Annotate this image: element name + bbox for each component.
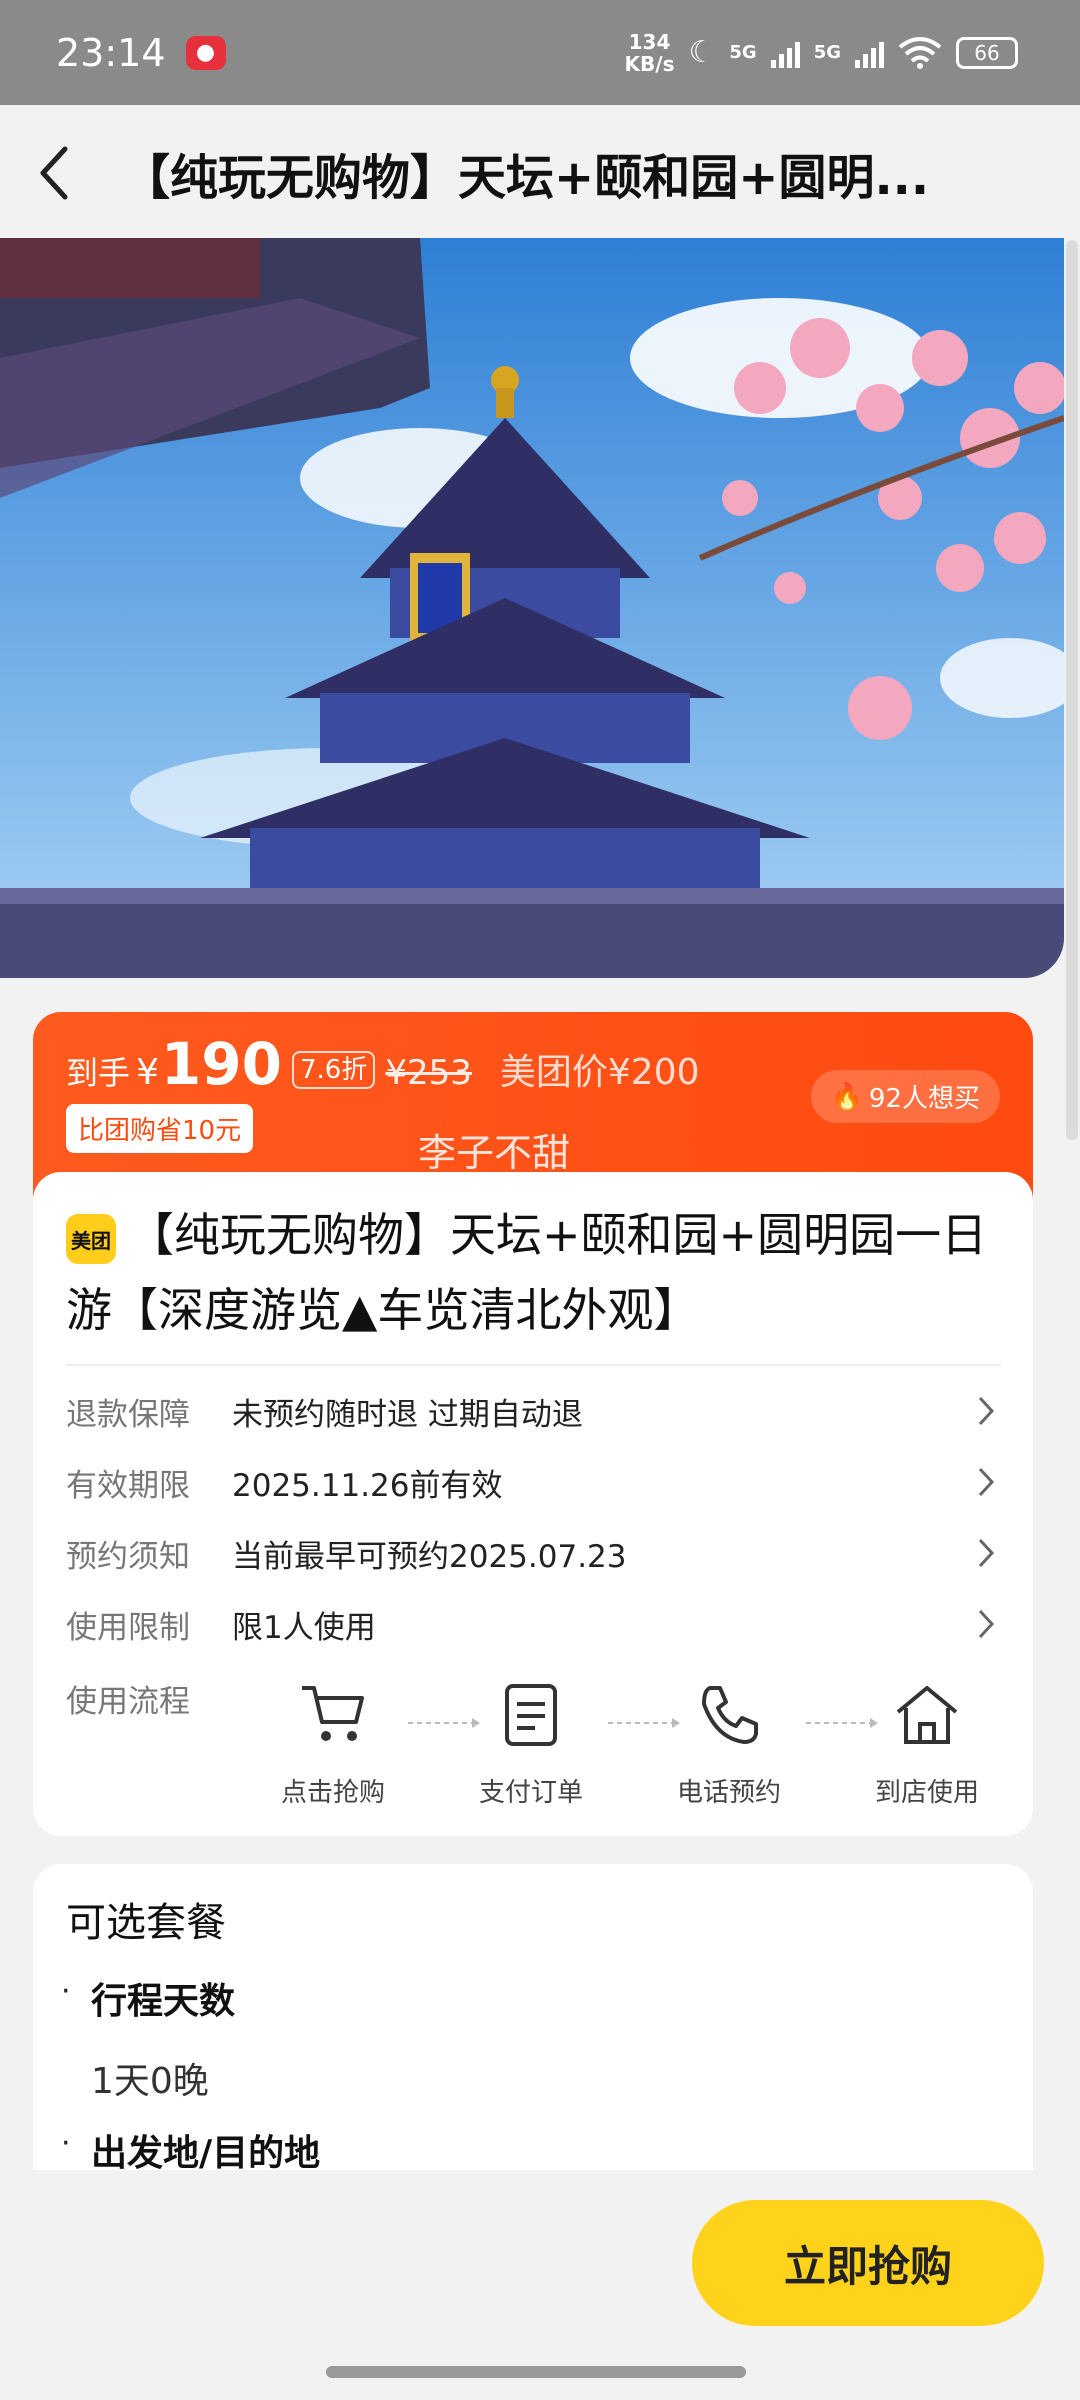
home-icon xyxy=(896,1686,958,1744)
flow-step: 电话预约 xyxy=(664,1682,794,1809)
bullet-dot: · xyxy=(61,1974,71,2009)
bullet-dot: · xyxy=(61,2126,71,2161)
package-option-name: 出发地/目的地 xyxy=(91,2133,321,2174)
flow-step: 支付订单 xyxy=(466,1682,596,1809)
chevron-right-icon xyxy=(971,1604,1001,1644)
wifi-icon xyxy=(898,36,942,69)
signal-icon-2 xyxy=(855,38,884,68)
chevron-right-icon xyxy=(971,1391,1001,1431)
info-row-refund[interactable]: 退款保障 未预约随时退 过期自动退 xyxy=(66,1386,1001,1436)
usage-flow: 点击抢购 支付订单 电话预约 到店使用 xyxy=(268,1682,1008,1812)
original-price: ¥253 xyxy=(385,1053,472,1093)
back-arrow-icon xyxy=(40,146,68,199)
network-speed: 134 KB/s xyxy=(625,31,675,75)
info-label: 有效期限 xyxy=(66,1467,190,1504)
buy-now-button[interactable]: 立即抢购 xyxy=(692,2200,1044,2326)
watermark-text: 李子不甜 xyxy=(418,1131,571,1175)
price-prefix: 到手 xyxy=(66,1054,131,1092)
order-icon xyxy=(505,1684,557,1746)
network-speed-value: 134 xyxy=(628,29,671,54)
home-indicator[interactable] xyxy=(326,2366,746,2378)
network-speed-unit: KB/s xyxy=(624,51,675,76)
temple-of-heaven-image xyxy=(0,238,1064,978)
status-time: 23:14 xyxy=(56,30,166,75)
back-button[interactable] xyxy=(0,105,110,240)
flow-step: 点击抢购 xyxy=(268,1682,398,1809)
chevron-right-icon xyxy=(971,1462,1001,1502)
saving-badge: 比团购省10元 xyxy=(66,1104,254,1153)
scrollbar[interactable] xyxy=(1066,240,1078,1140)
product-title: 【纯玩无购物】天坛+颐和园+圆明园一日游【深度游览▲车览清北外观】 xyxy=(66,1208,988,1337)
cart-icon xyxy=(302,1686,364,1741)
top-navigation-bar: 【纯玩无购物】天坛+颐和园+圆明... xyxy=(0,105,1080,240)
phone-icon xyxy=(702,1686,758,1744)
meituan-price: 美团价¥200 xyxy=(499,1052,700,1093)
info-label: 预约须知 xyxy=(66,1538,190,1575)
moon-icon: ☾ xyxy=(688,35,716,70)
battery-icon: 66 xyxy=(956,36,1018,69)
info-row-usage-limit[interactable]: 使用限制 限1人使用 xyxy=(66,1599,1001,1649)
price-currency: ¥ xyxy=(136,1052,159,1093)
info-label: 使用限制 xyxy=(66,1609,190,1646)
status-bar: 23:14 ● 134 KB/s ☾ 5G 5G 66 xyxy=(0,0,1080,105)
package-option-name: 行程天数 xyxy=(91,1981,236,2022)
chevron-right-icon xyxy=(971,1533,1001,1573)
package-section-title: 可选套餐 xyxy=(66,1900,226,1946)
info-value: 限1人使用 xyxy=(232,1609,376,1646)
info-value: 2025.11.26前有效 xyxy=(232,1467,503,1504)
flow-step-label: 点击抢购 xyxy=(280,1778,385,1808)
signal-icon xyxy=(770,38,800,68)
package-option-value[interactable]: 1天0晚 xyxy=(91,2052,209,2104)
flow-step-label: 到店使用 xyxy=(874,1778,979,1808)
app-notification-icon: ● xyxy=(185,35,226,70)
network-label-1: 5G xyxy=(729,42,757,63)
info-value: 未预约随时退 过期自动退 xyxy=(232,1396,583,1433)
product-info-card: 美团 【纯玩无购物】天坛+颐和园+圆明园一日游【深度游览▲车览清北外观】 退款保… xyxy=(33,1172,1033,1836)
flow-step: 到店使用 xyxy=(862,1682,992,1809)
page-title: 【纯玩无购物】天坛+颐和园+圆明... xyxy=(122,149,930,206)
network-label-2: 5G xyxy=(813,42,841,63)
flow-step-label: 支付订单 xyxy=(478,1778,583,1808)
final-price: 190 xyxy=(160,1030,282,1098)
info-value: 当前最早可预约2025.07.23 xyxy=(232,1538,627,1575)
want-count-badge: 🔥 92人想买 xyxy=(810,1070,1000,1123)
product-hero-image[interactable] xyxy=(0,238,1064,978)
battery-level: 66 xyxy=(974,40,1000,65)
want-count: 92人想买 xyxy=(868,1084,980,1114)
info-label: 退款保障 xyxy=(66,1396,190,1433)
fire-icon: 🔥 xyxy=(830,1081,863,1112)
flow-step-label: 电话预约 xyxy=(676,1778,781,1808)
divider xyxy=(66,1364,1001,1366)
info-row-validity[interactable]: 有效期限 2025.11.26前有效 xyxy=(66,1457,1001,1507)
package-options-card: 可选套餐 · 行程天数 1天0晚 · 出发地/目的地 xyxy=(33,1864,1033,2174)
discount-badge: 7.6折 xyxy=(292,1051,376,1089)
info-row-booking[interactable]: 预约须知 当前最早可预约2025.07.23 xyxy=(66,1528,1001,1578)
usage-flow-label: 使用流程 xyxy=(66,1684,190,1720)
